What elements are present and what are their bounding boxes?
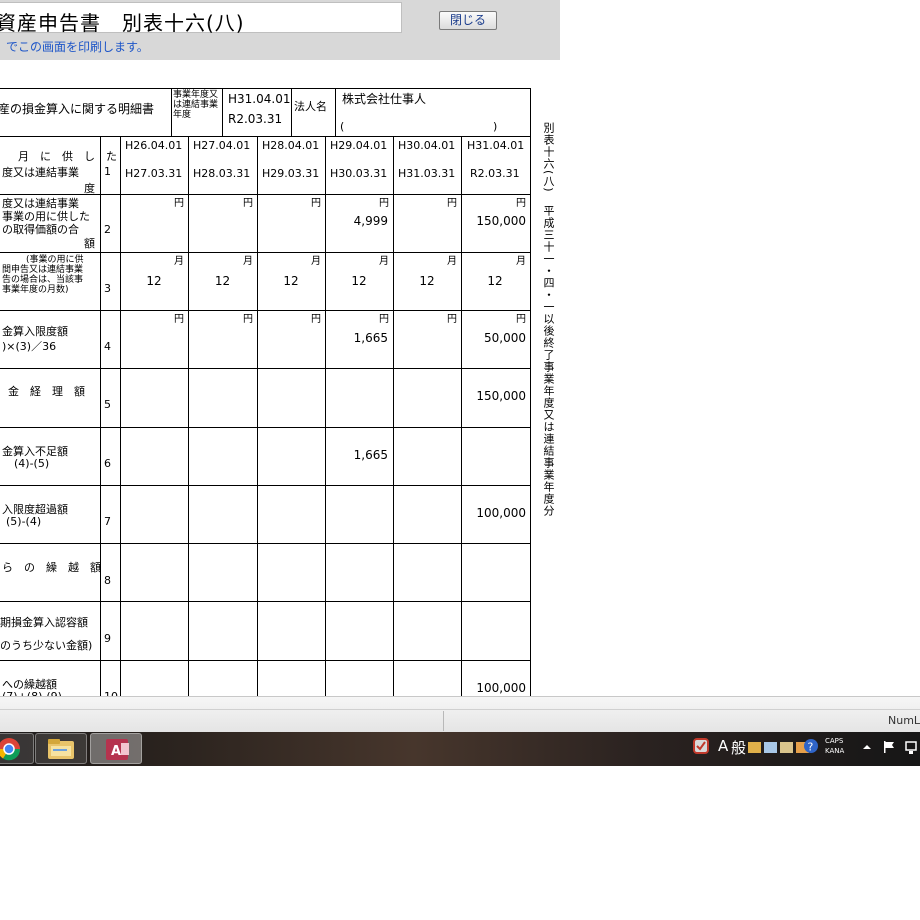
row3-number: 3 (104, 282, 111, 295)
row2-label-4: 額 (84, 237, 95, 250)
help-icon[interactable]: ? (803, 738, 819, 754)
col6-from: H31.04.01 (467, 139, 525, 152)
cell-r3-c2[interactable]: 12 (188, 274, 257, 288)
svg-text:A: A (111, 744, 121, 759)
col3-to: H29.03.31 (262, 167, 320, 180)
period-label: 事業年度又は連結事業年度 (173, 90, 219, 120)
ime-label[interactable]: 般 (731, 737, 746, 758)
unit-yen: 円 (243, 314, 253, 325)
unit-yen: 円 (379, 198, 389, 209)
col5-from: H30.04.01 (398, 139, 456, 152)
unit-yen: 円 (516, 314, 526, 325)
chevron-up-icon[interactable] (862, 742, 872, 752)
row3-label-4: 事業年度の月数) (2, 285, 69, 295)
numlock-indicator: NumL (888, 714, 920, 727)
col2-from: H27.04.01 (193, 139, 251, 152)
cell-r4-c4[interactable]: 1,665 (326, 331, 388, 345)
row3-label-1: (事業の用に供 (26, 255, 84, 265)
col6-to: R2.03.31 (470, 167, 520, 180)
unit-yen: 円 (311, 198, 321, 209)
cell-r2-c6[interactable]: 150,000 (462, 214, 526, 228)
cell-r10-c6[interactable]: 100,000 (462, 681, 526, 695)
access-icon: A (106, 739, 129, 760)
row9-label-1: 期損金算入認容額 (0, 616, 88, 629)
col5-to: H31.03.31 (398, 167, 456, 180)
cell-r3-c5[interactable]: 12 (393, 274, 461, 288)
caps-indicator: CAPS (825, 737, 844, 745)
row5-label-1: 金 経 理 額 (8, 385, 85, 398)
row4-label-1: 金算入限度額 (2, 325, 68, 338)
row7-label-2: (5)-(4) (6, 515, 42, 528)
unit-yen: 円 (243, 198, 253, 209)
row3-label-3: 告の場合は、当該事 (2, 275, 84, 285)
unit-yen: 円 (174, 198, 184, 209)
status-bar: NumL (0, 696, 920, 733)
file-explorer-icon (48, 739, 74, 759)
check-icon[interactable] (693, 738, 709, 754)
row7-number: 7 (104, 515, 111, 528)
cell-r3-c3[interactable]: 12 (257, 274, 325, 288)
taskbar-access-button[interactable]: A (90, 733, 142, 764)
row9-label-2: のうち少ない金額) (0, 639, 93, 652)
row6-label-2: (4)-(5) (14, 457, 50, 470)
period-to: R2.03.31 (228, 112, 283, 126)
unit-month: 月 (447, 256, 457, 267)
col3-from: H28.04.01 (262, 139, 320, 152)
row3-label-2: 間申告又は連結事業 (2, 265, 84, 275)
chrome-icon (0, 738, 21, 761)
flag-icon[interactable] (882, 740, 896, 754)
period-from: H31.04.01 (228, 92, 291, 106)
cell-r3-c1[interactable]: 12 (120, 274, 188, 288)
row1-label-3: 度 (84, 182, 95, 195)
unit-yen: 円 (516, 198, 526, 209)
row4-number: 4 (104, 340, 111, 353)
unit-month: 月 (311, 256, 321, 267)
row6-number: 6 (104, 457, 111, 470)
cell-r3-c4[interactable]: 12 (325, 274, 393, 288)
paren-close: ) (493, 120, 498, 133)
unit-yen: 円 (447, 314, 457, 325)
schedule-16-8-form: 産の損金算入に関する明細書 事業年度又は連結事業年度 H31.04.01 R2.… (0, 0, 560, 696)
unit-month: 月 (379, 256, 389, 267)
col1-from: H26.04.01 (125, 139, 183, 152)
row5-number: 5 (104, 398, 111, 411)
row2-number: 2 (104, 223, 111, 236)
row1-number: 1 (104, 165, 111, 178)
network-icon[interactable] (903, 740, 920, 756)
form-side-caption: 別表十六(八) 平成三十一・四・一以後終了事業年度又は連結事業年度分 (542, 122, 555, 517)
row2-label-3: の取得価額の合 (2, 223, 79, 236)
svg-text:?: ? (808, 741, 814, 754)
cell-r2-c4[interactable]: 4,999 (326, 214, 388, 228)
unit-month: 月 (516, 256, 526, 267)
ime-mode[interactable]: A (718, 737, 728, 755)
cell-r7-c6[interactable]: 100,000 (462, 506, 526, 520)
unit-yen: 円 (174, 314, 184, 325)
corp-label: 法人名 (294, 100, 327, 113)
row8-number: 8 (104, 574, 111, 587)
cell-r3-c6[interactable]: 12 (461, 274, 529, 288)
row4-label-2: )×(3)／36 (2, 340, 57, 353)
col2-to: H28.03.31 (193, 167, 251, 180)
row8-label-1: ら の 繰 越 額 (2, 561, 101, 574)
col1-to: H27.03.31 (125, 167, 183, 180)
col4-to: H30.03.31 (330, 167, 388, 180)
form-heading: 産の損金算入に関する明細書 (0, 102, 155, 116)
paren-open: ( (340, 120, 345, 133)
cell-r5-c6[interactable]: 150,000 (462, 389, 526, 403)
kana-indicator: KANA (825, 747, 845, 755)
unit-month: 月 (243, 256, 253, 267)
cell-r4-c6[interactable]: 50,000 (462, 331, 526, 345)
unit-yen: 円 (311, 314, 321, 325)
taskbar-chrome-button[interactable] (0, 733, 34, 764)
col4-from: H29.04.01 (330, 139, 388, 152)
unit-yen: 円 (379, 314, 389, 325)
row1-label-2: 度又は連結事業 (2, 166, 79, 179)
unit-month: 月 (174, 256, 184, 267)
corp-name: 株式会社仕事人 (342, 92, 427, 106)
row1-label-1: 月 に 供 し た (18, 150, 117, 163)
cell-r6-c4[interactable]: 1,665 (326, 448, 388, 462)
unit-yen: 円 (447, 198, 457, 209)
row9-number: 9 (104, 632, 111, 645)
taskbar-explorer-button[interactable] (35, 733, 87, 764)
